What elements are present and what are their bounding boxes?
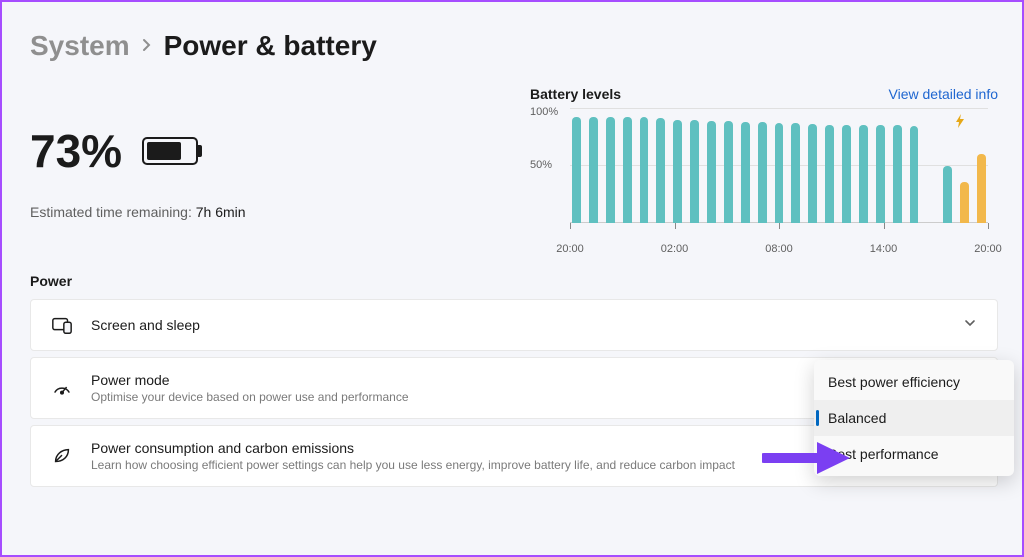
annotation-arrow	[762, 440, 852, 481]
chart-bar	[640, 117, 649, 223]
estimated-time: Estimated time remaining: 7h 6min	[30, 204, 490, 220]
chart-bar	[606, 117, 615, 223]
view-detailed-link[interactable]: View detailed info	[889, 86, 998, 102]
chart-bar	[690, 120, 699, 224]
chart-bar	[943, 166, 952, 224]
chart-bar	[808, 124, 817, 223]
battery-icon	[142, 137, 198, 165]
chart-bar	[842, 125, 851, 223]
breadcrumb: System Power & battery	[30, 30, 998, 62]
chart-bar	[775, 123, 784, 223]
chart-bar	[589, 117, 598, 223]
section-power: Power	[30, 273, 998, 289]
x-tick-label: 20:00	[974, 243, 1002, 255]
chart-bar	[707, 121, 716, 223]
breadcrumb-parent[interactable]: System	[30, 30, 130, 62]
chart-bar	[656, 118, 665, 223]
chart-bar	[876, 125, 885, 223]
dropdown-item[interactable]: Best power efficiency	[814, 364, 1014, 400]
chart-bar	[825, 125, 834, 223]
chart-bar	[791, 123, 800, 223]
page-title: Power & battery	[164, 30, 377, 62]
card-screen-sleep[interactable]: Screen and sleep	[30, 299, 998, 351]
x-tick-label: 20:00	[556, 243, 584, 255]
x-tick-label: 02:00	[661, 243, 689, 255]
chart-bar	[724, 121, 733, 223]
battery-chart: 100% 50% 20:0002:0008:0014:0020:00	[530, 108, 998, 243]
y-tick-100: 100%	[530, 106, 558, 118]
chart-bar	[859, 125, 868, 223]
chevron-down-icon[interactable]	[963, 316, 977, 335]
card-title: Screen and sleep	[91, 317, 945, 333]
battery-percent: 73%	[30, 124, 122, 178]
chart-bar	[910, 126, 919, 223]
screen-icon	[51, 314, 73, 336]
chart-bar	[572, 117, 581, 223]
chart-bar	[623, 117, 632, 223]
x-tick-label: 14:00	[870, 243, 898, 255]
chart-bar	[673, 120, 682, 224]
chart-bar	[741, 122, 750, 223]
chevron-right-icon	[142, 36, 152, 57]
chart-bar	[960, 182, 969, 223]
chart-title: Battery levels	[530, 86, 621, 102]
chart-bar	[977, 154, 986, 223]
chart-bar	[893, 125, 902, 223]
speedometer-icon	[51, 377, 73, 399]
y-tick-50: 50%	[530, 159, 552, 171]
chart-bar	[758, 122, 767, 223]
leaf-icon	[51, 445, 73, 467]
dropdown-item[interactable]: Balanced	[814, 400, 1014, 436]
x-tick-label: 08:00	[765, 243, 793, 255]
